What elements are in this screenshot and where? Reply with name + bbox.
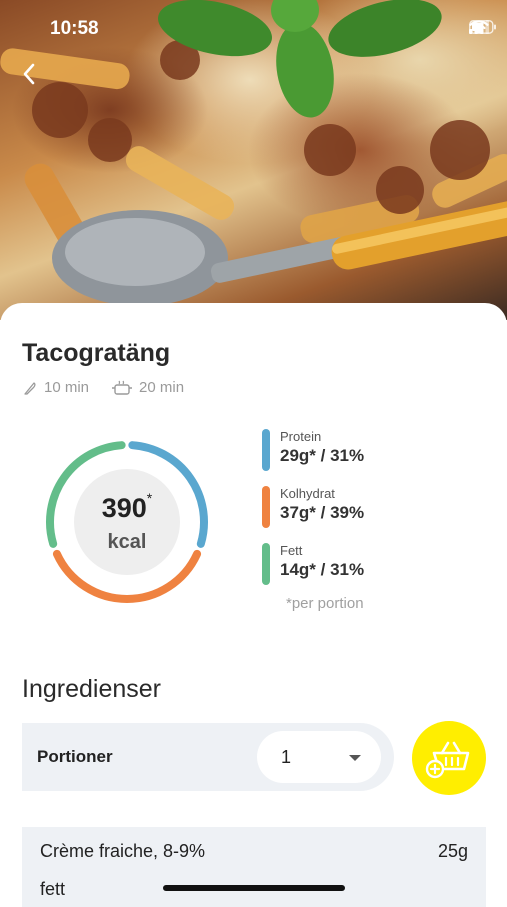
- recipe-details-card: Tacogratäng 10 min 20 min 390* kcal Prot…: [0, 303, 507, 907]
- calorie-ring: 390* kcal: [40, 435, 214, 609]
- portions-value: 1: [281, 747, 292, 767]
- macro-fat: Fett 14g* / 31%: [262, 543, 364, 587]
- home-indicator: [163, 885, 345, 891]
- macro-label: Protein: [280, 429, 322, 444]
- portions-label: Portioner: [37, 747, 113, 766]
- basket-add-icon: [425, 741, 470, 779]
- cook-time: 20 min: [111, 379, 184, 396]
- macro-carbs: Kolhydrat 37g* / 39%: [262, 486, 364, 530]
- back-button[interactable]: [22, 62, 46, 90]
- ingredients-title: Ingredienser: [22, 675, 161, 703]
- chevron-down-icon: [349, 755, 361, 761]
- recipe-title: Tacogratäng: [22, 339, 171, 367]
- food-photo-illustration: [0, 0, 507, 306]
- chevron-left-icon: [23, 63, 35, 85]
- macro-label: Kolhydrat: [280, 486, 335, 501]
- battery-icon: [469, 20, 496, 34]
- macro-label: Fett: [280, 543, 303, 558]
- portions-select[interactable]: 1: [257, 731, 381, 783]
- ingredient-row: Crème fraiche, 8-9% fett 25g: [22, 827, 486, 907]
- protein-color-bar: [262, 429, 270, 471]
- cook-time-label: 20 min: [139, 379, 185, 396]
- prep-time-label: 10 min: [44, 379, 90, 396]
- macro-value: 14g* / 31%: [280, 560, 365, 579]
- add-to-shopping-list-button[interactable]: [412, 721, 486, 795]
- kcal-value: 390*: [40, 490, 214, 524]
- fat-color-bar: [262, 543, 270, 585]
- macro-value: 37g* / 39%: [280, 503, 365, 522]
- recipe-hero-image: 10:58: [0, 0, 507, 320]
- macro-protein: Protein 29g* / 31%: [262, 429, 364, 473]
- status-time: 10:58: [50, 18, 99, 39]
- status-bar: 10:58: [0, 14, 507, 44]
- ingredient-name: Crème fraiche, 8-9%: [40, 841, 206, 861]
- prep-time: 10 min: [22, 379, 89, 396]
- recipe-times: 10 min 20 min: [22, 379, 206, 396]
- ingredient-name-continued: fett: [40, 879, 66, 899]
- knife-icon: [24, 381, 36, 395]
- kcal-asterisk: *: [146, 490, 153, 506]
- ingredient-amount: 25g: [437, 841, 468, 861]
- carbs-color-bar: [262, 486, 270, 528]
- kcal-number: 390: [101, 493, 147, 523]
- macro-list: Protein 29g* / 31% Kolhydrat 37g* / 39% …: [262, 429, 364, 600]
- per-portion-note: *per portion: [286, 595, 364, 612]
- portions-row: Portioner 1: [22, 723, 394, 791]
- pot-icon: [112, 380, 133, 395]
- kcal-unit: kcal: [107, 531, 147, 553]
- macro-value: 29g* / 31%: [280, 446, 365, 465]
